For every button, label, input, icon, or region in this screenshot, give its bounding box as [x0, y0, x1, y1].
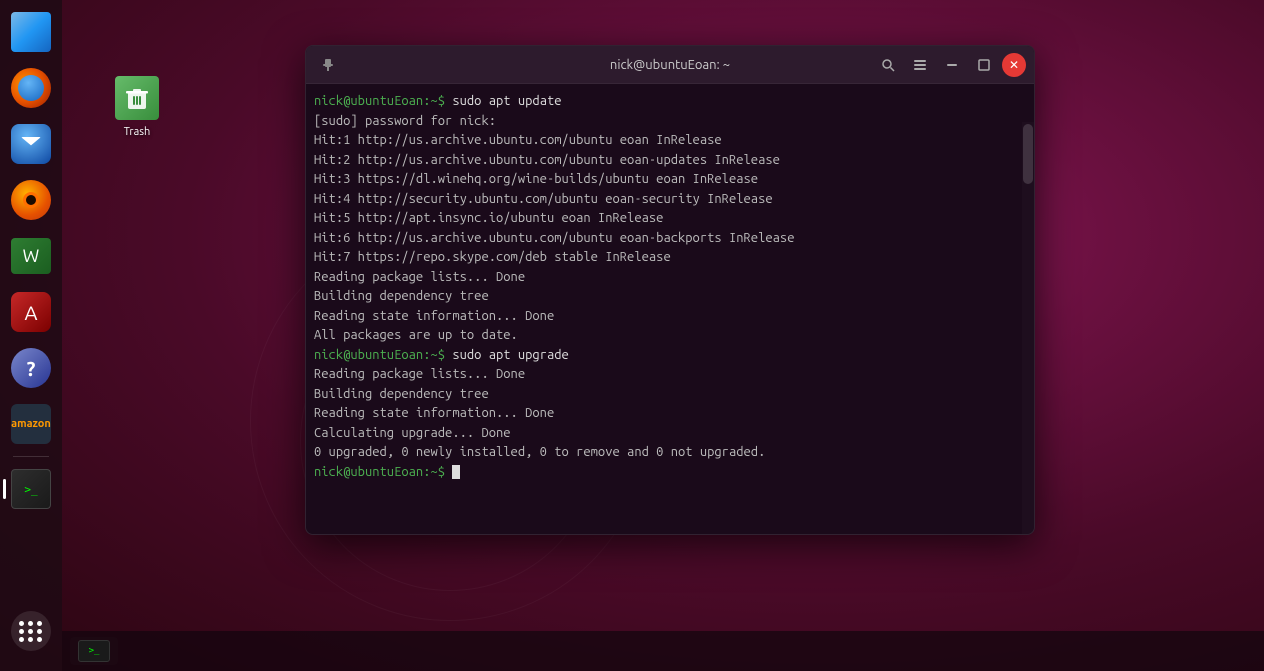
trash-icon-graphic	[113, 74, 161, 122]
prompt-1: nick@ubuntuEoan:~$	[314, 94, 445, 108]
terminal-line-18: Calculating upgrade... Done	[314, 424, 1014, 444]
taskbar-terminal-item[interactable]: >_	[70, 637, 118, 665]
terminal-line-2: [sudo] password for nick:	[314, 112, 1014, 132]
cmd-1: sudo apt update	[452, 94, 561, 108]
terminal-line-6: Hit:4 http://security.ubuntu.com/ubuntu …	[314, 190, 1014, 210]
terminal-dock-icon: >_	[11, 469, 51, 509]
prompt-2: nick@ubuntuEoan:~$	[314, 348, 445, 362]
amazon-icon: amazon	[11, 404, 51, 444]
terminal-controls-right: ✕	[874, 51, 1026, 79]
cmd-2: sudo apt upgrade	[452, 348, 568, 362]
dock-item-help[interactable]: ?	[7, 344, 55, 392]
pin-button[interactable]	[314, 51, 342, 79]
show-apps-icon	[11, 611, 51, 651]
dock-item-amazon[interactable]: amazon	[7, 400, 55, 448]
dock-item-terminal[interactable]: >_	[7, 465, 55, 513]
dock-item-appcenter[interactable]: A	[7, 288, 55, 336]
trash-label: Trash	[124, 126, 151, 138]
terminal-line-17: Reading state information... Done	[314, 404, 1014, 424]
terminal-line-1: nick@ubuntuEoan:~$ sudo apt update	[314, 92, 1014, 112]
scrollbar-track[interactable]	[1022, 122, 1034, 534]
thunderbird-icon	[11, 124, 51, 164]
help-icon: ?	[11, 348, 51, 388]
terminal-title: nick@ubuntuEoan: ~	[610, 58, 730, 72]
terminal-line-9: Hit:7 https://repo.skype.com/deb stable …	[314, 248, 1014, 268]
terminal-line-15: Reading package lists... Done	[314, 365, 1014, 385]
terminal-controls-left	[314, 51, 342, 79]
taskbar-bottom: >_	[62, 631, 1264, 671]
terminal-line-10: Reading package lists... Done	[314, 268, 1014, 288]
maximize-button[interactable]	[970, 51, 998, 79]
terminal-line-16: Building dependency tree	[314, 385, 1014, 405]
dock: W A ? amazon >_	[0, 0, 62, 671]
terminal-line-7: Hit:5 http://apt.insync.io/ubuntu eoan I…	[314, 209, 1014, 229]
rhythmbox-icon	[11, 180, 51, 220]
terminal-line-3: Hit:1 http://us.archive.ubuntu.com/ubunt…	[314, 131, 1014, 151]
dock-item-rhythmbox[interactable]	[7, 176, 55, 224]
terminal-line-20: nick@ubuntuEoan:~$	[314, 463, 1014, 483]
close-button[interactable]: ✕	[1002, 53, 1026, 77]
terminal-line-13: All packages are up to date.	[314, 326, 1014, 346]
dock-item-show-apps[interactable]	[7, 611, 55, 659]
dock-item-thunderbird[interactable]	[7, 120, 55, 168]
appcenter-icon: A	[11, 292, 51, 332]
grid-dots	[19, 621, 43, 642]
prompt-3: nick@ubuntuEoan:~$	[314, 465, 445, 479]
terminal-line-4: Hit:2 http://us.archive.ubuntu.com/ubunt…	[314, 151, 1014, 171]
desktop-icon-trash[interactable]: Trash	[97, 74, 177, 138]
files-icon	[11, 12, 51, 52]
terminal-titlebar: nick@ubuntuEoan: ~	[306, 46, 1034, 84]
terminal-window: nick@ubuntuEoan: ~	[305, 45, 1035, 535]
terminal-line-8: Hit:6 http://us.archive.ubuntu.com/ubunt…	[314, 229, 1014, 249]
firefox-icon	[11, 68, 51, 108]
scrollbar-thumb[interactable]	[1023, 124, 1033, 184]
dock-item-firefox[interactable]	[7, 64, 55, 112]
terminal-line-11: Building dependency tree	[314, 287, 1014, 307]
menu-button[interactable]	[906, 51, 934, 79]
terminal-line-14: nick@ubuntuEoan:~$ sudo apt upgrade	[314, 346, 1014, 366]
terminal-line-5: Hit:3 https://dl.winehq.org/wine-builds/…	[314, 170, 1014, 190]
libreoffice-icon: W	[11, 238, 51, 274]
taskbar-terminal-icon: >_	[78, 640, 110, 662]
search-button[interactable]	[874, 51, 902, 79]
minimize-button[interactable]	[938, 51, 966, 79]
dock-item-libreoffice[interactable]: W	[7, 232, 55, 280]
terminal-line-19: 0 upgraded, 0 newly installed, 0 to remo…	[314, 443, 1014, 463]
dock-divider	[13, 456, 49, 457]
terminal-line-12: Reading state information... Done	[314, 307, 1014, 327]
dock-item-files[interactable]	[7, 8, 55, 56]
terminal-body[interactable]: nick@ubuntuEoan:~$ sudo apt update [sudo…	[306, 84, 1034, 534]
terminal-cursor	[452, 465, 460, 479]
